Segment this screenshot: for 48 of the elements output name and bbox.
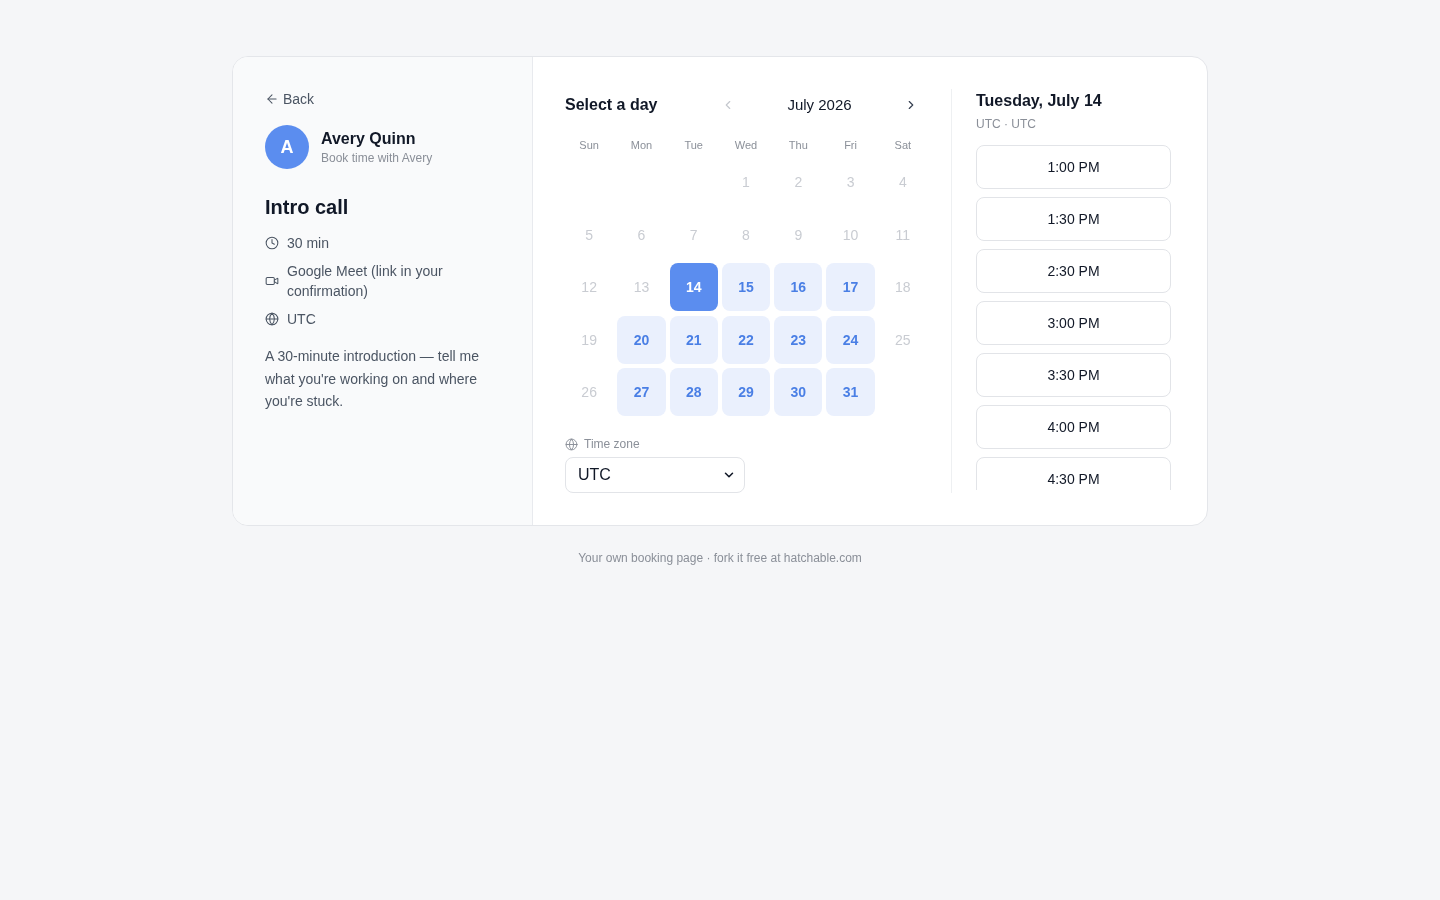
weekday-label: Wed bbox=[733, 138, 759, 153]
globe-icon bbox=[565, 437, 578, 451]
video-camera-icon bbox=[265, 274, 279, 288]
back-button[interactable]: Back bbox=[265, 89, 315, 109]
time-slot-button[interactable]: 4:30 PM bbox=[976, 457, 1171, 490]
calendar-day[interactable]: 15 bbox=[721, 263, 771, 311]
time-slot-button[interactable]: 3:30 PM bbox=[976, 353, 1171, 397]
event-description: A 30-minute introduction — tell me what you're working on and where you're stuck. bbox=[265, 347, 480, 411]
timezone-select[interactable]: UTC bbox=[565, 457, 745, 493]
weekday-label: Thu bbox=[787, 138, 809, 153]
footer-note: Your own booking page · fork it free at hatchable.com bbox=[578, 550, 862, 566]
calendar-title: Select a day bbox=[565, 95, 658, 115]
host-name: Avery Quinn bbox=[321, 129, 417, 149]
calendar-day[interactable]: 20 bbox=[617, 315, 666, 364]
avatar: A bbox=[265, 125, 309, 169]
calendar-day[interactable]: 23 bbox=[774, 315, 823, 364]
calendar-day[interactable]: 16 bbox=[774, 263, 823, 311]
weekday-label: Fri bbox=[843, 138, 858, 153]
host-subtitle: Book time with Avery bbox=[321, 150, 433, 166]
time-slot-button[interactable]: 1:30 PM bbox=[976, 197, 1171, 241]
calendar-day[interactable]: 21 bbox=[669, 315, 718, 364]
time-slot-button[interactable]: 4:00 PM bbox=[976, 405, 1171, 449]
weekday-label: Sun bbox=[578, 138, 600, 153]
calendar-day[interactable]: 27 bbox=[617, 368, 666, 416]
calendar-day[interactable]: 14 bbox=[669, 263, 718, 311]
calendar-day[interactable]: 30 bbox=[774, 368, 823, 416]
detail-text: UTC bbox=[287, 310, 316, 329]
time-slot-button[interactable]: 2:30 PM bbox=[976, 249, 1171, 293]
globe-icon bbox=[265, 312, 279, 326]
calendar-day[interactable]: 24 bbox=[826, 315, 875, 364]
time-slot-button[interactable]: 3:00 PM bbox=[976, 301, 1171, 345]
calendar-day[interactable]: 29 bbox=[721, 368, 771, 416]
calendar-day[interactable]: 28 bbox=[669, 368, 718, 416]
weekday-label: Sat bbox=[893, 138, 913, 153]
slots-timezone: UTC · UTC bbox=[976, 116, 1037, 132]
clock-icon bbox=[265, 236, 279, 250]
detail-text: 30 min bbox=[287, 234, 330, 253]
timezone-label: Time zone bbox=[584, 436, 640, 452]
weekday-label: Mon bbox=[629, 138, 654, 153]
weekday-label: Tue bbox=[683, 138, 704, 153]
event-title: Intro call bbox=[265, 195, 350, 220]
calendar-day[interactable]: 22 bbox=[721, 315, 771, 364]
calendar-day[interactable]: 17 bbox=[826, 263, 875, 311]
detail-text: Google Meet (link in your confirmation) bbox=[287, 262, 444, 301]
selected-date-heading: Tuesday, July 14 bbox=[976, 91, 1103, 111]
calendar-day[interactable]: 31 bbox=[826, 368, 875, 416]
time-slot-button[interactable]: 1:00 PM bbox=[976, 145, 1171, 189]
month-label: July 2026 bbox=[786, 95, 853, 115]
